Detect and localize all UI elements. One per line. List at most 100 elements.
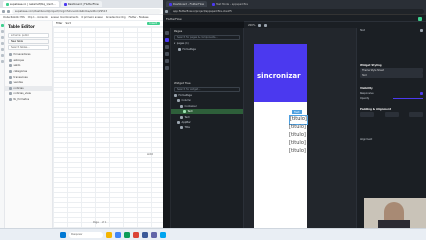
container-icon bbox=[180, 104, 183, 108]
taskbar: Pesquisar bbox=[0, 228, 426, 240]
storage-icon[interactable] bbox=[0, 54, 4, 57]
left-tab-supabase[interactable]: supabase.co | nakamofl/bq_1/sch... bbox=[3, 1, 59, 7]
table-icon bbox=[9, 75, 12, 79]
design-canvas[interactable]: sincronizar Text [titulo] [titulo] [titu… bbox=[244, 28, 356, 228]
text-value-field[interactable]: Text bbox=[360, 73, 423, 78]
selected-text-chip: Text bbox=[292, 110, 302, 114]
home-icon[interactable] bbox=[0, 24, 4, 27]
right-url-field[interactable]: app.flutterflow.io/project/appsparkfire-… bbox=[170, 8, 424, 14]
taskbar-search[interactable]: Pesquisar bbox=[69, 231, 103, 238]
settings-icon[interactable] bbox=[0, 60, 4, 63]
appbar-icon bbox=[177, 120, 180, 124]
api-icon[interactable] bbox=[164, 59, 169, 63]
alignment-row: Alignment bbox=[360, 138, 373, 141]
schema-select[interactable]: schema: public bbox=[8, 33, 49, 38]
bookmark-4[interactable]: O primeiro acesso bbox=[81, 16, 103, 19]
flutterflow-icon bbox=[169, 2, 172, 6]
table-icon bbox=[9, 86, 12, 90]
table-search-input[interactable]: Search tables... bbox=[8, 45, 49, 50]
sort-button[interactable]: Sort bbox=[65, 22, 70, 25]
padding-field[interactable] bbox=[360, 112, 374, 117]
chrome-icon[interactable] bbox=[115, 231, 121, 238]
pages-icon[interactable] bbox=[164, 38, 169, 42]
pages-header: Pages bbox=[174, 29, 183, 33]
data-grid[interactable] bbox=[53, 27, 163, 228]
table-editor-icon[interactable] bbox=[0, 30, 4, 33]
tree-node[interactable]: Title bbox=[171, 125, 243, 130]
widget-palette-icon[interactable] bbox=[164, 31, 169, 35]
column-icon bbox=[177, 99, 180, 103]
left-tab-bar: supabase.co | nakamofl/bq_1/sch... Dashb… bbox=[0, 0, 163, 8]
left-tab-flutterflow[interactable]: Dashboard | FlutterFlow bbox=[60, 1, 102, 7]
webcam-overlay bbox=[364, 198, 426, 228]
table-list-panel: Table Editor schema: public New table Se… bbox=[5, 21, 53, 228]
sql-editor-icon[interactable] bbox=[0, 36, 4, 39]
run-icon[interactable] bbox=[418, 16, 422, 21]
device-icon[interactable] bbox=[258, 23, 262, 27]
bookmark-3[interactable]: acesso monitoramento bbox=[51, 16, 79, 19]
app-icon[interactable] bbox=[142, 231, 148, 238]
bookmark-6[interactable]: Flutter - firebase bbox=[129, 16, 149, 19]
pages-and-tree-panel: Pages Search for pages & components... ▾… bbox=[171, 28, 244, 228]
page-icon bbox=[178, 47, 181, 51]
padding-field[interactable] bbox=[409, 112, 423, 117]
database-icon[interactable] bbox=[0, 42, 4, 45]
table-icon bbox=[9, 98, 12, 102]
bookmark-5[interactable]: broedanmor.Org bbox=[106, 16, 126, 19]
view-icon bbox=[9, 92, 12, 96]
back-icon[interactable] bbox=[2, 9, 5, 13]
app-icon[interactable] bbox=[133, 231, 139, 238]
more-icon[interactable] bbox=[420, 29, 423, 32]
titulo-text[interactable]: [titulo] bbox=[289, 148, 306, 156]
reload-icon[interactable] bbox=[7, 9, 10, 13]
table-grid-area: Filter Sort Insert Add Page of 1 bbox=[53, 21, 163, 228]
data-icon[interactable] bbox=[164, 52, 169, 56]
table-icon bbox=[9, 53, 12, 57]
storyboard-icon[interactable] bbox=[164, 45, 169, 49]
flutterflow-icon bbox=[63, 2, 67, 6]
bookmark-1[interactable]: Clube Robotic HPs bbox=[3, 16, 25, 19]
back-icon[interactable] bbox=[165, 9, 168, 13]
pagination: Page of 1 bbox=[93, 221, 107, 224]
page-title: Table Editor bbox=[8, 24, 35, 29]
auth-icon[interactable] bbox=[0, 48, 4, 51]
banner-title[interactable]: sincronizar bbox=[257, 72, 301, 80]
supabase-icon bbox=[6, 2, 9, 6]
phone-preview[interactable]: sincronizar Text [titulo] [titulo] [titu… bbox=[254, 44, 308, 228]
table-icon bbox=[9, 70, 12, 74]
table-icon bbox=[9, 64, 12, 68]
table-icon bbox=[9, 81, 12, 85]
right-tab-test-mode[interactable]: Test Mode - appsparkfire bbox=[209, 1, 252, 7]
text-icon bbox=[180, 126, 183, 130]
widget-search-input[interactable]: Search for widget... bbox=[174, 86, 240, 92]
right-tab-dashboard[interactable]: Dashboard - FlutterFlow bbox=[166, 1, 208, 7]
page-icon bbox=[174, 93, 177, 97]
supabase-browser-window: supabase.co | nakamofl/bq_1/sch... Dashb… bbox=[0, 0, 163, 228]
banner-container[interactable]: sincronizar bbox=[254, 44, 307, 102]
app-icon[interactable] bbox=[151, 231, 157, 238]
app-icon[interactable] bbox=[124, 231, 130, 238]
titulo-text[interactable]: [titulo] bbox=[289, 140, 306, 148]
opacity-slider[interactable] bbox=[393, 98, 423, 99]
insert-button[interactable]: Insert bbox=[146, 22, 160, 25]
page-search-input[interactable]: Search for pages & components... bbox=[174, 35, 240, 40]
start-icon[interactable] bbox=[60, 231, 66, 238]
text-icon bbox=[180, 115, 183, 119]
theme-style-select[interactable]: Theme Style Sheet bbox=[360, 68, 423, 73]
table-item[interactable]: tb_formatos bbox=[5, 97, 52, 103]
zoom-value[interactable]: 200% bbox=[248, 24, 255, 27]
padding-field[interactable] bbox=[384, 112, 399, 117]
file-explorer-icon[interactable] bbox=[106, 231, 112, 238]
new-table-button[interactable]: New table bbox=[8, 39, 49, 44]
flutterflow-icon bbox=[212, 2, 216, 6]
app-name: FlutterFlow bbox=[166, 16, 182, 21]
theme-icon[interactable] bbox=[264, 23, 268, 27]
titulo-text[interactable]: [titulo] bbox=[289, 132, 306, 140]
toggle-icon[interactable] bbox=[420, 92, 423, 95]
filter-button[interactable]: Filter bbox=[56, 22, 62, 25]
left-url-field[interactable]: supabase.com/dashboard/project/mrgmfuhvu… bbox=[12, 8, 161, 14]
app-icon[interactable] bbox=[160, 231, 166, 238]
titulo-text[interactable]: [titulo] bbox=[289, 124, 306, 132]
settings-icon[interactable] bbox=[164, 66, 169, 70]
bookmark-2[interactable]: Chp 1 - iniciando bbox=[28, 16, 48, 19]
